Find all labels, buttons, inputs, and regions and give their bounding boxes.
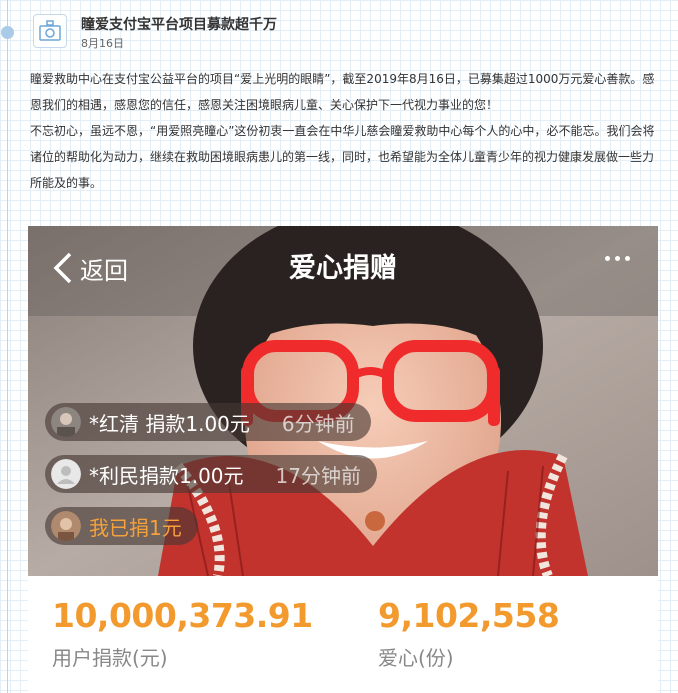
my-donation-label: 我已捐1元 [89, 515, 182, 540]
donation-item: *利民捐款1.00元 17分钟前 [45, 455, 377, 493]
post-title[interactable]: 瞳爱支付宝平台项目募款超千万 [81, 14, 277, 34]
photo-avatar [51, 511, 81, 541]
child-photo: 返回 爱心捐赠 *红清 捐款1.00元 6分钟前 *利民捐款1.00元 17分钟… [28, 226, 658, 576]
hearts-label: 爱心(份) [378, 646, 454, 670]
my-donation-item: 我已捐1元 [45, 507, 198, 545]
post-date: 8月16日 [81, 37, 124, 50]
more-icon[interactable] [605, 256, 630, 261]
hearts-value: 9,102,558 [378, 596, 560, 635]
post-body: 瞳爱救助中心在支付宝公益平台的项目“爱上光明的眼睛”，截至2019年8月16日，… [30, 66, 660, 196]
amount-value: 10,000,373.91 [52, 596, 313, 635]
donation-time: 17分钟前 [275, 463, 361, 488]
timeline-line [7, 0, 8, 693]
donation-name: *红清 捐款1.00元 [89, 411, 250, 436]
post-paragraph-1: 瞳爱救助中心在支付宝公益平台的项目“爱上光明的眼睛”，截至2019年8月16日，… [30, 72, 655, 112]
page-title: 爱心捐赠 [289, 253, 397, 284]
donation-stats: 10,000,373.91 用户捐款(元) 9,102,558 爱心(份) [28, 576, 658, 693]
donation-screenshot: 返回 爱心捐赠 *红清 捐款1.00元 6分钟前 *利民捐款1.00元 17分钟… [28, 226, 658, 693]
camera-icon [33, 14, 67, 48]
donation-item: *红清 捐款1.00元 6分钟前 [45, 403, 371, 441]
timeline-dot [1, 26, 14, 39]
photo-avatar [51, 407, 81, 437]
donation-name: *利民捐款1.00元 [89, 463, 244, 488]
post-paragraph-2: 不忘初心，虽远不恩，“用爱照亮瞳心”这份初衷一直会在中华儿慈会瞳爱救助中心每个人… [30, 124, 655, 190]
default-user-avatar [51, 459, 81, 489]
amount-label: 用户捐款(元) [52, 646, 168, 670]
donation-time: 6分钟前 [281, 411, 355, 436]
